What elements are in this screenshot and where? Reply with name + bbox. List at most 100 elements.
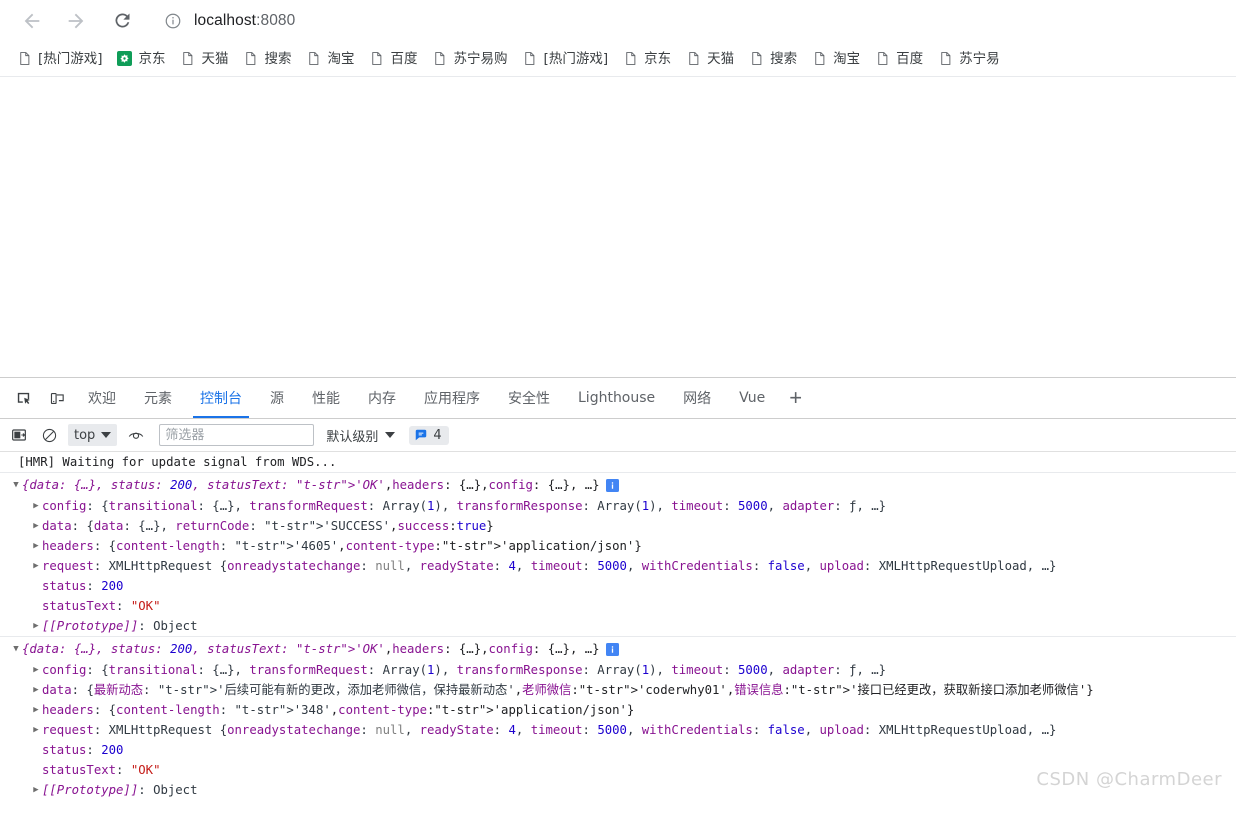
console-property-row[interactable]: [[Prototype]]: Object — [0, 616, 1236, 636]
console-property-row[interactable]: request: XMLHttpRequest {onreadystatecha… — [0, 720, 1236, 740]
device-toolbar-icon[interactable] — [43, 378, 71, 418]
info-icon — [605, 478, 619, 492]
console-property-row: status: 200 — [0, 576, 1236, 596]
info-message-badge[interactable]: 4 — [409, 425, 449, 445]
console-sidebar-icon[interactable] — [6, 423, 32, 447]
inspect-element-icon[interactable] — [9, 378, 37, 418]
console-property-row: statusText: "OK" — [0, 596, 1236, 616]
tab-item-9[interactable]: 网络 — [669, 378, 725, 418]
bookmark-item[interactable]: 百度 — [363, 46, 426, 72]
bookmark-label: [热门游戏] — [543, 50, 609, 67]
console-property-row[interactable]: data: {data: {…}, returnCode: "t-str">'S… — [0, 516, 1236, 536]
console-filter-input[interactable] — [159, 424, 315, 446]
property-key: status — [42, 579, 87, 593]
console-property-row[interactable]: config: {transitional: {…}, transformReq… — [0, 496, 1236, 516]
page-icon — [748, 51, 764, 67]
property-key: status — [42, 743, 87, 757]
tab-item-5[interactable]: 内存 — [354, 378, 410, 418]
page-icon — [180, 51, 196, 67]
property-value: 200 — [101, 743, 124, 757]
back-button[interactable] — [14, 3, 50, 39]
page-icon — [432, 51, 448, 67]
bookmark-item[interactable]: 苏宁易 — [931, 46, 1008, 72]
url-rest: :8080 — [256, 11, 296, 29]
page-viewport — [0, 76, 1236, 377]
bookmark-item[interactable]: 搜索 — [237, 46, 300, 72]
expand-arrow-icon[interactable] — [30, 616, 42, 636]
expand-arrow-icon[interactable] — [30, 720, 42, 740]
bookmark-item[interactable]: 苏宁易购 — [426, 46, 516, 72]
console-property-row[interactable]: request: XMLHttpRequest {onreadystatecha… — [0, 556, 1236, 576]
expand-arrow-icon[interactable] — [30, 496, 42, 516]
bookmark-label: 天猫 — [201, 50, 229, 67]
expand-arrow-icon[interactable] — [10, 639, 22, 659]
page-icon — [622, 51, 638, 67]
console-property-row[interactable]: data: {最新动态: "t-str">'后续可能有新的更改，添加老师微信，保… — [0, 680, 1236, 700]
execution-context-value: top — [74, 427, 96, 443]
property-value: "OK" — [130, 599, 161, 613]
forward-button[interactable] — [58, 3, 94, 39]
tab-item-6[interactable]: 应用程序 — [410, 378, 494, 418]
tab-item-3[interactable]: 源 — [256, 378, 298, 418]
bookmark-label: 搜索 — [264, 50, 292, 67]
console-log-area[interactable]: [HMR] Waiting for update signal from WDS… — [0, 452, 1236, 810]
object-preview: {data: {…}, status: 200, statusText: "t-… — [22, 477, 385, 492]
tab-item-8[interactable]: Lighthouse — [564, 378, 669, 418]
bookmark-item[interactable]: 百度 — [868, 46, 931, 72]
execution-context-select[interactable]: top — [68, 424, 118, 446]
console-property-row[interactable]: headers: {content-length: "t-str">'348',… — [0, 700, 1236, 720]
bookmark-item[interactable]: 天猫 — [174, 46, 237, 72]
browser-chrome: localhost:8080 [热门游戏] 京东 天猫 搜索 淘宝 百度 苏宁易购 [热门游戏… — [0, 0, 1236, 76]
console-property-row[interactable]: config: {transitional: {…}, transformReq… — [0, 660, 1236, 680]
reload-button[interactable] — [104, 3, 140, 39]
tab-item-0[interactable]: 欢迎 — [74, 378, 130, 418]
log-level-value: 默认级别 — [326, 429, 379, 445]
bookmark-item[interactable]: [热门游戏] — [10, 46, 111, 72]
expand-arrow-icon[interactable] — [30, 780, 42, 800]
jd-favicon-green — [117, 51, 133, 66]
property-key: request — [42, 559, 94, 573]
bookmark-item[interactable]: 搜索 — [742, 46, 805, 72]
property-key: config — [42, 499, 87, 513]
info-message-icon — [414, 428, 428, 442]
clear-console-icon[interactable] — [36, 423, 62, 447]
tab-item-1[interactable]: 元素 — [130, 378, 186, 418]
bookmark-item[interactable]: 京东 — [616, 46, 679, 72]
property-value: 200 — [101, 579, 124, 593]
page-icon — [369, 51, 385, 67]
console-property-row: status: 200 — [0, 740, 1236, 760]
expand-arrow-icon[interactable] — [30, 516, 42, 536]
expand-arrow-icon[interactable] — [30, 660, 42, 680]
bookmark-item[interactable]: 淘宝 — [300, 46, 363, 72]
add-tab-button[interactable]: + — [779, 378, 812, 418]
bookmark-label: 淘宝 — [833, 50, 861, 67]
console-property-row[interactable]: headers: {content-length: "t-str">'4605'… — [0, 536, 1236, 556]
page-icon — [306, 51, 322, 67]
bookmark-item[interactable]: 京东 — [111, 46, 174, 72]
log-level-select[interactable]: 默认级别 — [322, 426, 399, 445]
page-icon — [811, 51, 827, 67]
console-object-summary[interactable]: {data: {…}, status: 200, statusText: "t-… — [0, 472, 1236, 496]
tab-item-7[interactable]: 安全性 — [494, 378, 564, 418]
address-bar[interactable]: localhost:8080 — [152, 4, 1224, 37]
console-message-hmr: [HMR] Waiting for update signal from WDS… — [18, 455, 337, 469]
tab-console-active[interactable]: 控制台 — [186, 378, 256, 418]
devtools-tabbar: 欢迎 元素 控制台源性能 内存 应用程序 安全性 Lighthouse 网络 Vue + — [0, 378, 1236, 419]
expand-arrow-icon[interactable] — [30, 680, 42, 700]
expand-arrow-icon[interactable] — [30, 536, 42, 556]
console-object-summary[interactable]: {data: {…}, status: 200, statusText: "t-… — [0, 636, 1236, 660]
bookmark-item[interactable]: [热门游戏] — [516, 46, 617, 72]
tab-item-4[interactable]: 性能 — [298, 378, 354, 418]
expand-arrow-icon[interactable] — [10, 475, 22, 495]
site-info-icon[interactable] — [164, 12, 182, 30]
expand-arrow-icon[interactable] — [30, 556, 42, 576]
bookmark-label: 苏宁易 — [959, 50, 1000, 67]
bookmark-label: 苏宁易购 — [453, 50, 508, 67]
live-expression-icon[interactable] — [123, 423, 149, 447]
property-key: headers — [42, 703, 94, 717]
bookmark-item[interactable]: 天猫 — [679, 46, 742, 72]
tab-item-10[interactable]: Vue — [725, 378, 779, 418]
navigation-bar: localhost:8080 — [0, 0, 1236, 41]
bookmark-item[interactable]: 淘宝 — [805, 46, 868, 72]
expand-arrow-icon[interactable] — [30, 700, 42, 720]
